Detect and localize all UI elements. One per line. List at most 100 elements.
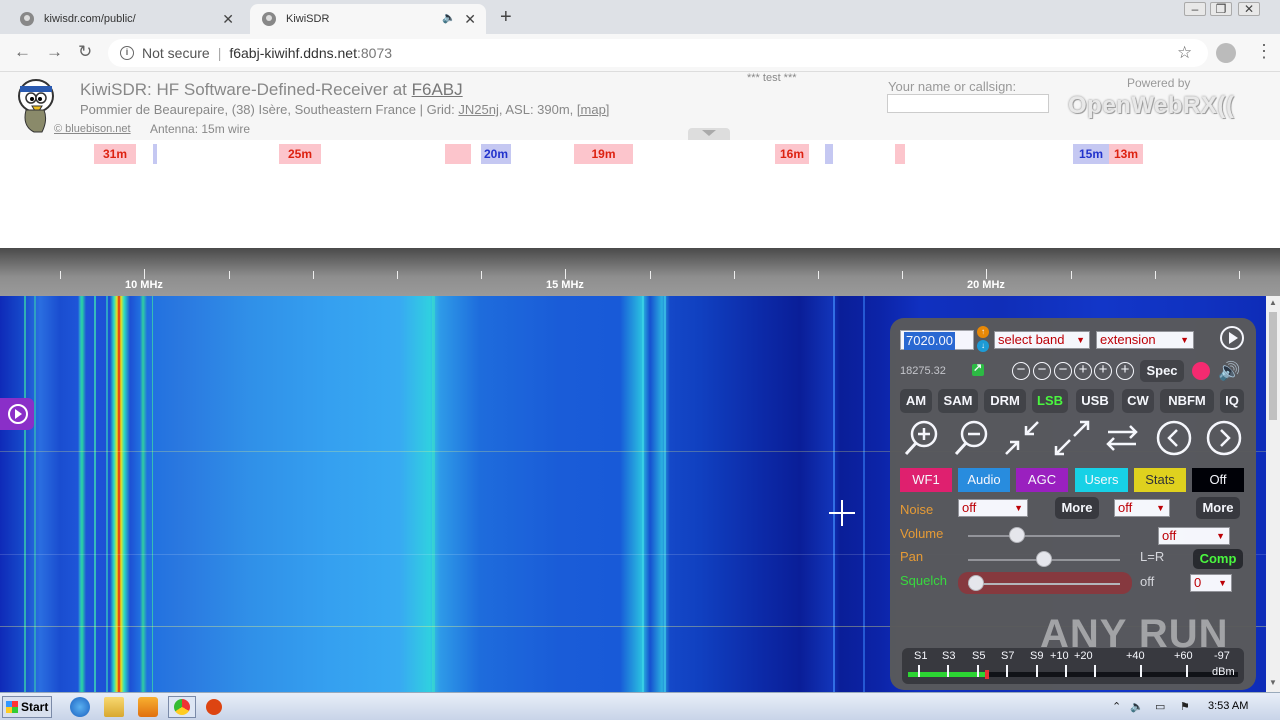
network-tray-icon[interactable]: ▭ — [1155, 700, 1165, 713]
info-icon[interactable]: i — [120, 46, 134, 60]
name-callsign-input[interactable] — [887, 94, 1049, 113]
volume-slider-knob[interactable] — [1008, 527, 1025, 543]
play-button[interactable] — [0, 398, 34, 430]
frequency-input[interactable]: 7020.00 — [900, 330, 974, 350]
squelch-slider-track[interactable] — [968, 583, 1120, 585]
volume-tray-icon[interactable]: 🔈 — [1130, 700, 1144, 713]
volume-slider-track[interactable] — [968, 535, 1120, 537]
map-link[interactable]: [map] — [577, 102, 610, 117]
internet-explorer-icon[interactable] — [70, 697, 90, 717]
close-icon[interactable]: ✕ — [464, 11, 476, 28]
openwebrx-logo[interactable]: OpenWebRX(( — [1068, 92, 1234, 120]
restore-button[interactable]: ❐ — [1210, 2, 1232, 16]
close-icon[interactable]: ✕ — [222, 11, 234, 28]
band-19m[interactable]: 19m — [574, 144, 633, 164]
mode-sam-button[interactable]: SAM — [938, 389, 978, 413]
squelch-select[interactable]: 0 — [1190, 574, 1232, 592]
scrollbar[interactable]: ▲ ▼ — [1266, 296, 1280, 692]
band-20m[interactable]: 20m — [481, 144, 511, 164]
pan-slider-knob[interactable] — [1036, 551, 1052, 567]
reload-icon[interactable]: ↻ — [78, 42, 92, 62]
collapse-header-button[interactable] — [688, 128, 730, 140]
squelch-slider-knob[interactable] — [968, 575, 984, 591]
band-marker[interactable] — [895, 144, 905, 164]
file-explorer-icon[interactable] — [104, 697, 124, 717]
tab-stats[interactable]: Stats — [1134, 468, 1186, 492]
menu-kebab-icon[interactable]: ⋮ — [1255, 41, 1273, 62]
zoom-max-icon[interactable] — [1052, 418, 1092, 458]
back-arrow-icon[interactable]: ← — [14, 42, 31, 62]
zoom-fit-icon[interactable] — [1002, 418, 1042, 458]
address-bar[interactable]: i Not secure | f6abj-kiwihf.ddns.net :80… — [108, 39, 1208, 67]
tab-kiwisdr[interactable]: KiwiSDR 🔈 ✕ — [250, 4, 486, 34]
external-link-icon[interactable] — [972, 361, 984, 376]
page-right-icon[interactable] — [1204, 418, 1244, 458]
close-window-button[interactable]: ✕ — [1238, 2, 1260, 16]
tab-off[interactable]: Off — [1192, 468, 1244, 492]
noise-more-button-2[interactable]: More — [1196, 497, 1240, 519]
speaker-icon[interactable]: 🔊 — [1218, 361, 1240, 382]
audio-playing-icon[interactable]: 🔈 — [442, 11, 456, 24]
mode-usb-button[interactable]: USB — [1076, 389, 1114, 413]
mode-drm-button[interactable]: DRM — [984, 389, 1026, 413]
step-down-icon[interactable]: ↓ — [977, 340, 989, 352]
noise-select[interactable]: off — [958, 499, 1028, 517]
zoom-in-icon[interactable] — [902, 418, 942, 458]
band-13m[interactable]: 13m — [1109, 144, 1143, 164]
mode-nbfm-button[interactable]: NBFM — [1160, 389, 1214, 413]
zoom-out-circle-icon[interactable]: − — [1033, 362, 1051, 380]
zoom-out-icon[interactable] — [952, 418, 992, 458]
new-tab-button[interactable]: + — [500, 6, 512, 29]
minimize-button[interactable]: – — [1184, 2, 1206, 16]
profile-avatar[interactable] — [1216, 43, 1236, 63]
comp-button[interactable]: Comp — [1193, 549, 1243, 569]
band-sweep-icon[interactable] — [1102, 418, 1142, 458]
mode-iq-button[interactable]: IQ — [1220, 389, 1244, 413]
zoom-out-circle-icon[interactable]: − — [1012, 362, 1030, 380]
tab-audio[interactable]: Audio — [958, 468, 1010, 492]
band-25m[interactable]: 25m — [279, 144, 321, 164]
forward-arrow-icon[interactable]: → — [46, 42, 63, 62]
tab-users[interactable]: Users — [1075, 468, 1128, 492]
band-marker[interactable] — [153, 144, 157, 164]
play-icon[interactable] — [1220, 326, 1244, 350]
noise-filter-select[interactable]: off — [1114, 499, 1170, 517]
zoom-in-circle-icon[interactable]: + — [1116, 362, 1134, 380]
band-marker[interactable] — [445, 144, 471, 164]
bookmark-star-icon[interactable]: ☆ — [1177, 43, 1192, 63]
media-player-icon[interactable] — [138, 697, 158, 717]
chrome-taskbar-button[interactable] — [168, 696, 196, 718]
scroll-up-icon[interactable]: ▲ — [1269, 298, 1277, 307]
frequency-scale[interactable]: 10 MHz 15 MHz 20 MHz — [0, 248, 1280, 296]
zoom-in-circle-icon[interactable]: + — [1074, 362, 1092, 380]
record-icon[interactable] — [1192, 362, 1210, 380]
extension-select[interactable]: extension — [1096, 331, 1194, 349]
mode-lsb-button[interactable]: LSB — [1032, 389, 1068, 413]
tray-expand-icon[interactable]: ⌃ — [1112, 700, 1121, 713]
mode-cw-button[interactable]: CW — [1122, 389, 1154, 413]
tab-agc[interactable]: AGC — [1016, 468, 1068, 492]
zoom-out-circle-icon[interactable]: − — [1054, 362, 1072, 380]
band-15m[interactable]: 15m — [1073, 144, 1109, 164]
page-left-icon[interactable] — [1154, 418, 1194, 458]
start-button[interactable]: Start — [2, 696, 52, 718]
clock[interactable]: 3:53 AM — [1208, 700, 1248, 712]
mode-am-button[interactable]: AM — [900, 389, 932, 413]
spec-button[interactable]: Spec — [1140, 360, 1184, 382]
band-16m[interactable]: 16m — [775, 144, 809, 164]
scrollbar-thumb[interactable] — [1269, 312, 1277, 420]
tab-kiwisdr-public[interactable]: kiwisdr.com/public/ ✕ — [8, 4, 244, 34]
scroll-down-icon[interactable]: ▼ — [1269, 678, 1277, 687]
volume-select[interactable]: off — [1158, 527, 1230, 545]
zoom-in-circle-icon[interactable]: + — [1094, 362, 1112, 380]
band-31m[interactable]: 31m — [94, 144, 136, 164]
spectrum-area[interactable] — [0, 168, 1280, 248]
noise-more-button[interactable]: More — [1055, 497, 1099, 519]
band-select[interactable]: select band — [994, 331, 1090, 349]
step-up-icon[interactable]: ↑ — [977, 326, 989, 338]
callsign-link[interactable]: F6ABJ — [412, 80, 463, 99]
tab-wf1[interactable]: WF1 — [900, 468, 952, 492]
flag-tray-icon[interactable]: ⚑ — [1180, 700, 1190, 713]
stop-icon[interactable] — [206, 699, 222, 715]
grid-link[interactable]: JN25nj — [458, 102, 498, 117]
